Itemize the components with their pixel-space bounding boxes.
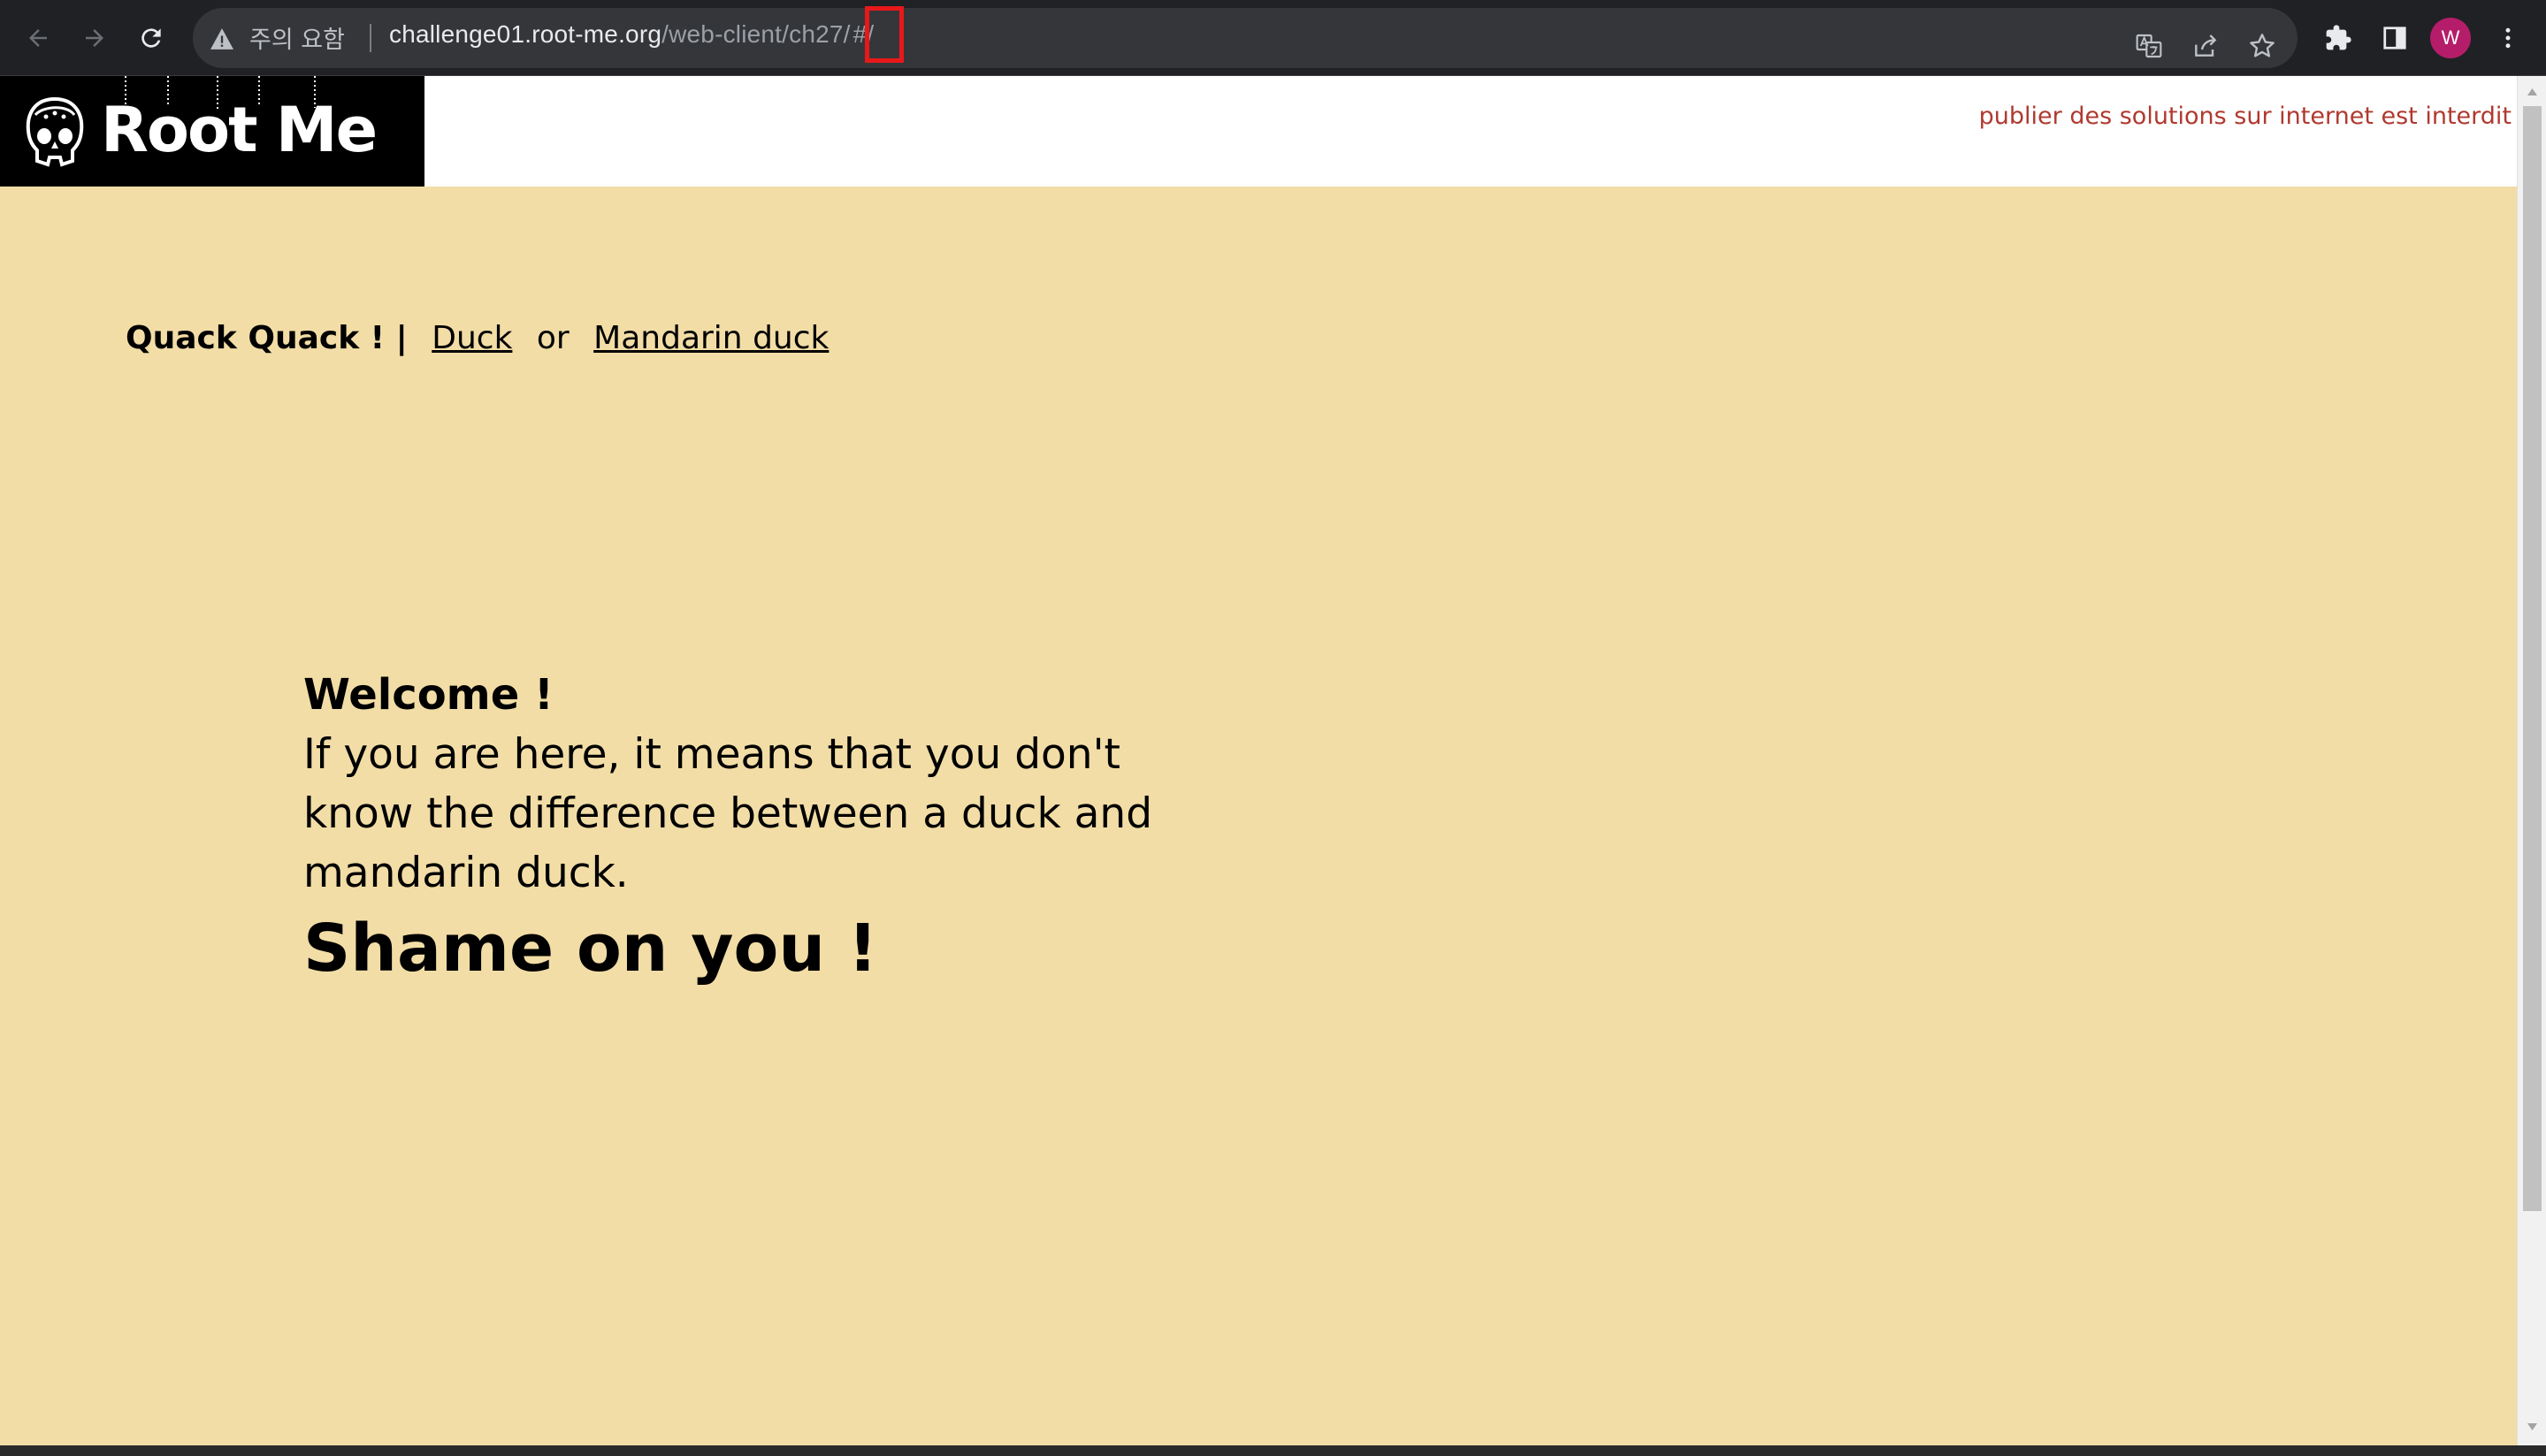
welcome-title: Welcome ! bbox=[303, 670, 554, 720]
window-bottom-edge bbox=[0, 1445, 2546, 1456]
nav-brand: Quack Quack ! | bbox=[126, 320, 408, 356]
browser-menu-button[interactable] bbox=[2489, 19, 2527, 57]
scroll-up-arrow-icon[interactable] bbox=[2526, 87, 2539, 97]
share-icon bbox=[2195, 34, 2217, 57]
star-icon bbox=[2250, 34, 2275, 57]
site-header: Root Me publier des solutions sur intern… bbox=[0, 76, 2517, 187]
security-status-label[interactable]: 주의 요함 bbox=[249, 20, 345, 55]
scroll-down-arrow-icon[interactable] bbox=[2526, 1422, 2539, 1432]
profile-avatar[interactable]: W bbox=[2430, 18, 2471, 58]
mandarin-duck-link[interactable]: Mandarin duck bbox=[593, 320, 829, 356]
scrollbar-thumb[interactable] bbox=[2523, 106, 2542, 1211]
nav-separator: or bbox=[536, 320, 570, 356]
page-scrollbar[interactable] bbox=[2517, 76, 2546, 1445]
duck-nav: Quack Quack ! | Duck or Mandarin duck bbox=[126, 320, 829, 356]
forward-button[interactable] bbox=[74, 18, 115, 58]
welcome-message: Welcome ! If you are here, it means that… bbox=[303, 665, 1205, 989]
reload-button[interactable] bbox=[131, 18, 172, 58]
address-bar[interactable]: 주의 요함 challenge01.root-me.org/web-client… bbox=[193, 6, 2298, 68]
reload-icon bbox=[141, 28, 161, 48]
back-icon bbox=[29, 29, 47, 47]
url-host: challenge01.root-me.org bbox=[389, 20, 662, 48]
browser-toolbar: 주의 요함 challenge01.root-me.org/web-client… bbox=[0, 0, 2546, 76]
warning-icon bbox=[210, 28, 233, 50]
forward-icon bbox=[86, 29, 103, 47]
bookmark-button[interactable] bbox=[2243, 27, 2282, 65]
logo-text: Root Me bbox=[101, 94, 378, 166]
share-button[interactable] bbox=[2186, 27, 2225, 65]
translate-icon bbox=[2136, 34, 2162, 58]
shame-heading: Shame on you ! bbox=[303, 911, 878, 987]
side-panel-icon bbox=[2383, 27, 2406, 50]
url-path: /web-client/ch27/ bbox=[661, 20, 851, 48]
extensions-button[interactable] bbox=[2319, 19, 2358, 57]
root-me-logo[interactable]: Root Me bbox=[0, 76, 424, 187]
header-notice: publier des solutions sur internet est i… bbox=[1978, 103, 2512, 130]
duck-link[interactable]: Duck bbox=[432, 320, 512, 356]
url-hash: #/ bbox=[852, 20, 875, 48]
url-text[interactable]: challenge01.root-me.org/web-client/ch27/… bbox=[389, 20, 876, 49]
menu-icon bbox=[2505, 27, 2511, 49]
extensions-icon bbox=[2326, 25, 2351, 50]
translate-button[interactable] bbox=[2129, 27, 2168, 65]
address-separator bbox=[370, 24, 371, 52]
skull-icon bbox=[26, 96, 84, 167]
back-button[interactable] bbox=[18, 18, 58, 58]
welcome-body: If you are here, it means that you don't… bbox=[303, 730, 1153, 897]
side-panel-button[interactable] bbox=[2375, 19, 2414, 57]
